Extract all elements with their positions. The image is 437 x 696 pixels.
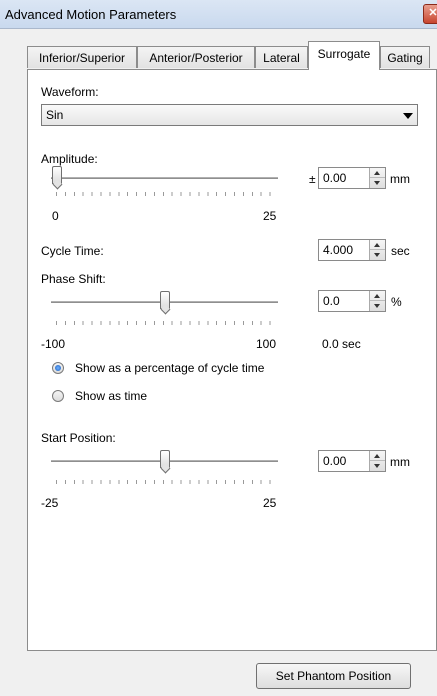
tab-gating[interactable]: Gating	[380, 46, 430, 68]
amplitude-plus-minus: ±	[309, 172, 316, 186]
set-phantom-position-button[interactable]: Set Phantom Position	[256, 663, 411, 689]
waveform-label: Waveform:	[41, 85, 99, 99]
window-title: Advanced Motion Parameters	[5, 7, 177, 22]
spin-down-icon[interactable]	[370, 250, 385, 260]
tab-lateral[interactable]: Lateral	[255, 46, 308, 68]
phase-shift-unit: %	[391, 295, 402, 309]
cycle-time-spinner[interactable]: 4.000	[318, 239, 386, 261]
close-icon[interactable]: ✕	[423, 4, 437, 24]
phase-shift-value: 0.0	[323, 294, 340, 308]
start-position-min-label: -25	[41, 496, 59, 510]
start-position-max-label: 25	[263, 496, 277, 510]
phase-shift-time-readout: 0.0 sec	[322, 337, 361, 351]
radio-percentage[interactable]	[52, 362, 64, 374]
amplitude-min-label: 0	[52, 209, 59, 223]
spin-down-icon[interactable]	[370, 178, 385, 188]
spin-up-icon[interactable]	[370, 240, 385, 250]
amplitude-spinner[interactable]: 0.00	[318, 167, 386, 189]
tab-anterior-posterior[interactable]: Anterior/Posterior	[137, 46, 255, 68]
tab-surrogate[interactable]: Surrogate	[308, 41, 380, 70]
amplitude-label: Amplitude:	[41, 152, 98, 166]
amplitude-max-label: 25	[263, 209, 277, 223]
start-position-slider-ticks	[56, 480, 275, 484]
amplitude-slider-track[interactable]	[51, 177, 278, 179]
start-position-value: 0.00	[323, 454, 347, 468]
spin-up-icon[interactable]	[370, 451, 385, 461]
radio-percentage-label[interactable]: Show as a percentage of cycle time	[75, 361, 264, 375]
radio-time[interactable]	[52, 390, 64, 402]
advanced-motion-window: Advanced Motion Parameters ✕ Inferior/Su…	[0, 0, 437, 696]
start-position-unit: mm	[390, 455, 410, 469]
title-bar[interactable]: Advanced Motion Parameters ✕	[0, 0, 437, 29]
phase-shift-spinner[interactable]: 0.0	[318, 290, 386, 312]
cycle-time-label: Cycle Time:	[41, 244, 104, 258]
start-position-slider-thumb[interactable]	[160, 450, 170, 468]
phase-shift-slider-thumb[interactable]	[160, 291, 170, 309]
waveform-select[interactable]: Sin	[41, 104, 418, 126]
spin-up-icon[interactable]	[370, 291, 385, 301]
amplitude-unit: mm	[390, 172, 410, 186]
spin-down-icon[interactable]	[370, 301, 385, 311]
phase-shift-label: Phase Shift:	[41, 272, 106, 286]
amplitude-value: 0.00	[323, 171, 347, 185]
start-position-label: Start Position:	[41, 431, 116, 445]
spin-up-icon[interactable]	[370, 168, 385, 178]
amplitude-slider-thumb[interactable]	[52, 166, 62, 184]
tab-inferior-superior[interactable]: Inferior/Superior	[27, 46, 137, 68]
spin-down-icon[interactable]	[370, 461, 385, 471]
radio-time-label[interactable]: Show as time	[75, 389, 147, 403]
phase-shift-min-label: -100	[41, 337, 66, 351]
start-position-spinner[interactable]: 0.00	[318, 450, 386, 472]
chevron-down-icon	[403, 113, 413, 119]
waveform-value: Sin	[46, 108, 64, 122]
amplitude-slider-ticks	[56, 192, 275, 196]
tab-strip: Inferior/Superior Anterior/Posterior Lat…	[27, 40, 437, 70]
phase-shift-max-label: 100	[256, 337, 277, 351]
cycle-time-unit: sec	[391, 244, 410, 258]
phase-shift-slider-ticks	[56, 321, 275, 325]
cycle-time-value: 4.000	[323, 243, 354, 257]
